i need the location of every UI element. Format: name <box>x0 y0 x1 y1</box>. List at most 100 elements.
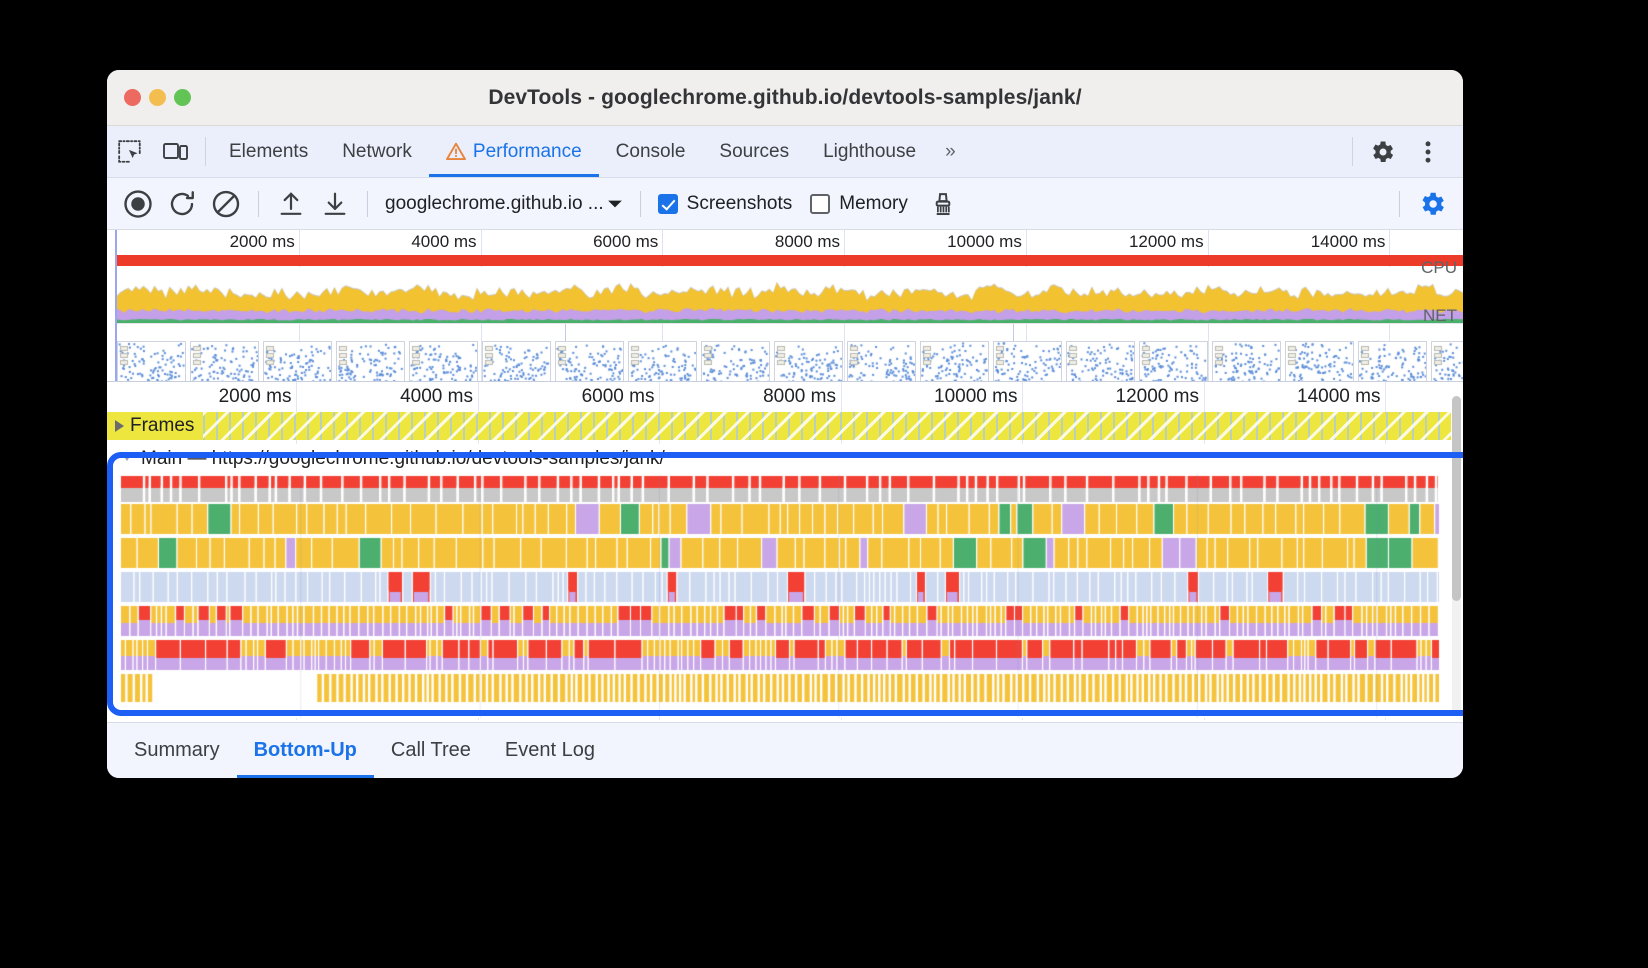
tab-sources[interactable]: Sources <box>702 126 806 177</box>
filmstrip-frame-thumbnail <box>1286 342 1353 381</box>
memory-checkbox[interactable]: Memory <box>810 193 908 215</box>
tab-elements[interactable]: Elements <box>212 126 325 177</box>
expand-arrow-icon <box>115 420 124 432</box>
tab-network[interactable]: Network <box>325 126 429 177</box>
filmstrip-frame-thumbnail <box>921 342 988 381</box>
capture-divider-2 <box>367 190 368 217</box>
filmstrip-frame[interactable] <box>847 341 916 381</box>
tab-bottom-up-label: Bottom-Up <box>253 739 357 761</box>
minimize-button[interactable] <box>149 89 166 106</box>
capture-settings-gear-icon[interactable] <box>1411 183 1453 225</box>
tab-call-tree[interactable]: Call Tree <box>374 723 488 778</box>
warning-triangle-icon <box>445 142 466 161</box>
filmstrip-frame[interactable] <box>1285 341 1354 381</box>
screenshots-checkbox-box <box>657 193 678 214</box>
timeline-overview-pane[interactable]: 2000 ms 4000 ms 6000 ms 8000 ms 10000 ms 1200… <box>107 230 1463 382</box>
tab-summary[interactable]: Summary <box>117 723 237 778</box>
collect-garbage-icon[interactable] <box>922 183 964 225</box>
overview-ruler-tick-label: 14000 ms <box>1310 232 1386 251</box>
filmstrip-frame[interactable] <box>336 341 405 381</box>
screenshots-label: Screenshots <box>686 192 793 214</box>
tab-elements-label: Elements <box>229 140 309 162</box>
flame-ruler-tick-label: 6000 ms <box>581 386 655 407</box>
clear-recording-icon[interactable] <box>205 183 247 225</box>
overview-cpu-label: CPU <box>1421 258 1457 277</box>
filmstrip-frame[interactable] <box>993 341 1062 381</box>
overview-ruler-tick-label: 4000 ms <box>411 232 477 251</box>
filmstrip-frame[interactable] <box>701 341 770 381</box>
filmstrip-frame[interactable] <box>1431 341 1463 381</box>
flame-scrollbar-thumb[interactable] <box>1452 396 1461 601</box>
record-button[interactable] <box>117 183 159 225</box>
filmstrip-frame[interactable] <box>920 341 989 381</box>
flame-ruler-tick-label: 14000 ms <box>1297 386 1381 407</box>
filmstrip-frame-thumbnail <box>1213 342 1280 381</box>
frames-track[interactable]: Frames <box>107 412 1451 440</box>
overview-long-task-bar <box>117 255 1463 266</box>
filmstrip-frame-thumbnail <box>702 342 769 381</box>
tab-network-label: Network <box>342 140 412 162</box>
overview-net-divider <box>1013 324 1014 341</box>
filmstrip-frame-thumbnail <box>264 342 331 381</box>
filmstrip-frame[interactable] <box>190 341 259 381</box>
filmstrip-frame[interactable] <box>263 341 332 381</box>
main-flame-chart[interactable] <box>111 474 1455 718</box>
tab-lighthouse[interactable]: Lighthouse <box>806 126 933 177</box>
maximize-button[interactable] <box>174 89 191 106</box>
tab-event-log[interactable]: Event Log <box>488 723 612 778</box>
filmstrip-frame[interactable] <box>1358 341 1427 381</box>
tab-console[interactable]: Console <box>599 126 703 177</box>
overview-cpu-chart <box>117 267 1463 323</box>
reload-and-record-icon[interactable] <box>161 183 203 225</box>
filmstrip-frame[interactable] <box>409 341 478 381</box>
capture-divider-4 <box>1399 190 1400 217</box>
flame-scrollbar[interactable] <box>1452 396 1461 716</box>
overview-window-left-handle[interactable] <box>107 230 117 381</box>
main-track-header[interactable]: Main — https://googlechrome.github.io/de… <box>111 444 1455 474</box>
flame-ruler-tick-label: 8000 ms <box>763 386 836 407</box>
filmstrip-frame-thumbnail <box>1140 342 1207 381</box>
filmstrip-frame[interactable] <box>555 341 624 381</box>
save-profile-icon[interactable] <box>314 183 356 225</box>
flame-ruler-tick-label: 12000 ms <box>1115 386 1199 407</box>
tab-call-tree-label: Call Tree <box>390 739 471 761</box>
overview-ruler-tick-label: 12000 ms <box>1128 232 1204 251</box>
inspect-element-icon[interactable] <box>107 126 153 177</box>
flame-ruler-tick-label: 10000 ms <box>934 386 1018 407</box>
filmstrip-frame-thumbnail <box>1432 342 1463 381</box>
main-thread-track[interactable]: Main — https://googlechrome.github.io/de… <box>111 444 1455 718</box>
capture-divider-3 <box>639 190 641 217</box>
screenshots-checkbox[interactable]: Screenshots <box>657 192 793 215</box>
collapse-arrow-icon <box>121 451 133 467</box>
filmstrip-frame-thumbnail <box>775 342 842 381</box>
close-button[interactable] <box>124 89 141 106</box>
flame-ruler-tick-label: 2000 ms <box>218 386 292 407</box>
window-controls <box>124 89 191 106</box>
filmstrip-frame[interactable] <box>482 341 551 381</box>
overview-ruler-tick-label: 2000 ms <box>229 232 295 251</box>
performance-capture-toolbar: googlechrome.github.io ... Screenshots M… <box>107 178 1463 230</box>
filmstrip-frame[interactable] <box>1212 341 1281 381</box>
gear-icon[interactable] <box>1359 138 1405 166</box>
kebab-menu-icon[interactable] <box>1405 138 1451 166</box>
recording-select-value: googlechrome.github.io ... <box>385 192 604 214</box>
filmstrip-frame[interactable] <box>117 341 186 381</box>
flame-chart-canvas[interactable] <box>111 474 1443 718</box>
overview-filmstrip[interactable] <box>117 341 1463 381</box>
recording-select[interactable]: googlechrome.github.io ... <box>379 193 629 215</box>
tab-event-log-label: Event Log <box>504 739 595 761</box>
timeline-flame-pane[interactable]: 2000 ms 4000 ms 6000 ms 8000 ms 10000 ms 1200… <box>107 382 1463 720</box>
load-profile-icon[interactable] <box>270 183 312 225</box>
overview-ruler-tick-label: 10000 ms <box>947 232 1022 251</box>
tab-bottom-up[interactable]: Bottom-Up <box>236 723 375 778</box>
filmstrip-frame[interactable] <box>1066 341 1135 381</box>
tab-performance[interactable]: Performance <box>428 126 599 177</box>
filmstrip-frame-thumbnail <box>337 342 404 381</box>
frames-track-header[interactable]: Frames <box>115 415 194 437</box>
more-tabs-icon[interactable]: » <box>933 126 965 177</box>
filmstrip-frame[interactable] <box>774 341 843 381</box>
device-toolbar-icon[interactable] <box>153 126 199 177</box>
window-title: DevTools - googlechrome.github.io/devtoo… <box>488 85 1082 109</box>
filmstrip-frame[interactable] <box>1139 341 1208 381</box>
filmstrip-frame[interactable] <box>628 341 697 381</box>
